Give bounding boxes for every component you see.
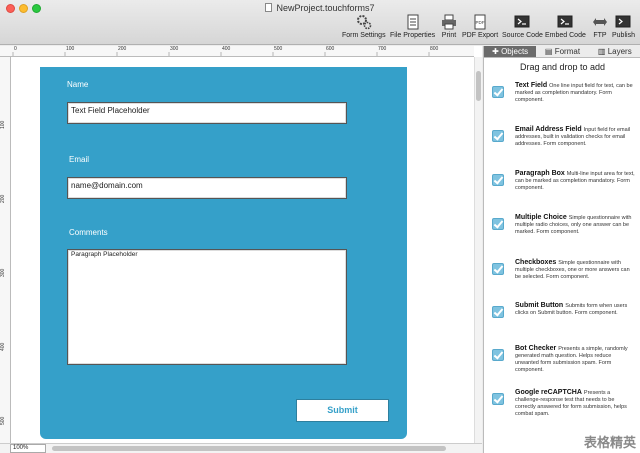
file-properties-icon (407, 14, 419, 30)
ruler-mark: 200 (0, 194, 6, 203)
vertical-scrollbar[interactable] (474, 57, 482, 443)
plus-icon: ✚ (492, 47, 502, 56)
component-icon (492, 174, 504, 186)
ruler-mark: 400 (0, 342, 6, 351)
component-name: Paragraph Box (515, 170, 565, 177)
gears-icon (356, 15, 372, 30)
panel-tabs: ✚ Objects ▤ Format ▥ Layers (484, 46, 640, 58)
tab-layers[interactable]: ▥ Layers (589, 46, 640, 57)
ruler-mark: 800 (430, 46, 439, 52)
ruler-mark: 600 (326, 46, 335, 52)
window-title-text: NewProject.touchforms7 (276, 3, 375, 13)
component-text-field[interactable]: Text Field One line input field for text,… (490, 82, 635, 122)
ruler-mark: 300 (170, 46, 179, 52)
ftp-icon (593, 18, 607, 26)
layers-icon: ▥ (597, 47, 608, 56)
zoom-select[interactable]: 100% (10, 444, 46, 453)
ruler-mark: 500 (0, 416, 6, 425)
email-field[interactable]: name@domain.com (67, 177, 347, 199)
format-icon: ▤ (544, 47, 555, 56)
tab-objects[interactable]: ✚ Objects (484, 46, 537, 57)
ruler-mark: 700 (378, 46, 387, 52)
form-container[interactable]: Name Text Field Placeholder Email name@d… (40, 67, 407, 439)
component-icon (492, 349, 504, 361)
ruler-mark: 500 (274, 46, 283, 52)
print-button[interactable]: Print (441, 14, 457, 39)
document-icon (265, 3, 273, 12)
ruler-mark: 200 (118, 46, 127, 52)
component-icon (492, 306, 504, 318)
component-name: Multiple Choice (515, 214, 567, 221)
pdf-export-button[interactable]: PDF PDF Export (462, 14, 498, 39)
pdf-export-label: PDF Export (462, 32, 499, 39)
ruler-mark: 100 (66, 46, 75, 52)
embed-code-button[interactable]: Embed Code (545, 14, 586, 39)
ftp-label: FTP (593, 32, 607, 39)
vertical-scroll-thumb[interactable] (476, 71, 481, 101)
tab-format[interactable]: ▤ Format (536, 46, 588, 57)
horizontal-scroll-thumb[interactable] (52, 446, 446, 451)
comments-label: Comments (69, 228, 108, 237)
ruler-mark: 0 (14, 46, 17, 52)
source-code-button[interactable]: Source Code (502, 14, 543, 39)
file-properties-button[interactable]: File Properties (390, 14, 435, 39)
ftp-button[interactable]: FTP (592, 14, 608, 39)
component-paragraph-box[interactable]: Paragraph Box Multi-line input area for t… (490, 170, 635, 210)
component-bot-checker[interactable]: Bot Checker Presents a simple, randomly g… (490, 345, 635, 385)
source-code-label: Source Code (502, 32, 543, 39)
component-name: Submit Button (515, 302, 564, 309)
component-icon (492, 130, 504, 142)
embed-icon (557, 15, 573, 28)
watermark: 表格精英 (583, 435, 636, 450)
name-label: Name (67, 80, 89, 89)
status-bar: 100% (0, 443, 482, 453)
submit-button[interactable]: Submit (296, 399, 389, 422)
component-icon (492, 393, 504, 405)
component-icon (492, 86, 504, 98)
component-multiple-choice[interactable]: Multiple Choice Simple questionnaire with… (490, 214, 635, 254)
component-icon (492, 218, 504, 230)
window-title: NewProject.touchforms7 (0, 3, 640, 13)
form-settings-button[interactable]: Form Settings (342, 14, 386, 39)
form-settings-label: Form Settings (342, 32, 386, 39)
component-name: Text Field (515, 82, 548, 89)
objects-panel: ✚ Objects ▤ Format ▥ Layers Drag and dro… (483, 46, 640, 453)
terminal-icon (514, 15, 530, 28)
component-name: Checkboxes (515, 259, 557, 266)
component-icon (492, 263, 504, 275)
vertical-ruler: 100 200 300 400 500 (0, 57, 11, 443)
ruler-mark: 400 (222, 46, 231, 52)
tab-format-label: Format (554, 47, 581, 56)
component-checkboxes[interactable]: Checkboxes Simple questionnaire with mult… (490, 259, 635, 299)
publish-label: Publish (612, 32, 635, 39)
pdf-icon: PDF (474, 14, 486, 30)
ruler-mark: 100 (0, 120, 6, 129)
comments-textarea[interactable]: Paragraph Placeholder (67, 249, 347, 365)
name-field[interactable]: Text Field Placeholder (67, 102, 347, 124)
embed-code-label: Embed Code (545, 32, 586, 39)
canvas-area[interactable]: 0 100 200 300 400 500 600 700 800 100 20… (0, 46, 482, 453)
component-google-recaptcha[interactable]: Google reCAPTCHA Presents a challenge-res… (490, 389, 635, 429)
panel-heading: Drag and drop to add (519, 62, 606, 72)
tab-layers-label: Layers (607, 47, 632, 56)
svg-text:PDF: PDF (476, 20, 485, 25)
component-email-field[interactable]: Email Address Field Input field for email… (490, 126, 635, 166)
component-name: Google reCAPTCHA (515, 389, 582, 396)
horizontal-ruler: 0 100 200 300 400 500 600 700 800 (0, 46, 474, 57)
component-name: Email Address Field (515, 126, 582, 133)
file-properties-label: File Properties (390, 32, 436, 39)
printer-icon (442, 14, 456, 30)
publish-icon (615, 15, 631, 28)
tab-objects-label: Objects (501, 47, 529, 56)
print-label: Print (441, 32, 457, 39)
ruler-mark: 300 (0, 268, 6, 277)
publish-button[interactable]: Publish (612, 14, 635, 39)
email-label: Email (69, 155, 90, 164)
title-toolbar: NewProject.touchforms7 Form Settings Fil… (0, 0, 640, 45)
component-submit-button[interactable]: Submit Button Submits form when users cli… (490, 302, 635, 342)
component-name: Bot Checker (515, 345, 557, 352)
